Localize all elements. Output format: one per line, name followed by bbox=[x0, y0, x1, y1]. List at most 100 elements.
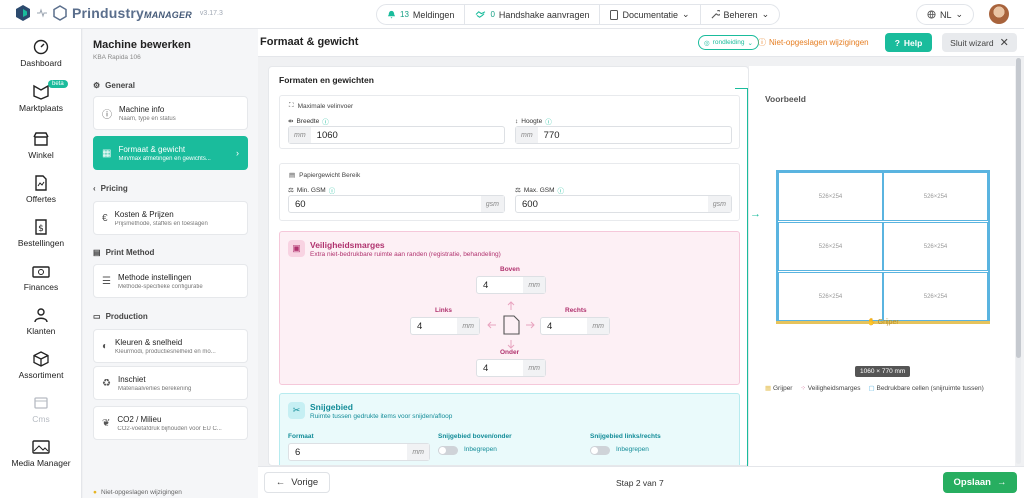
manage-label: Beheren bbox=[723, 9, 758, 20]
width-value: 1060 bbox=[316, 129, 338, 141]
right-margin-input[interactable]: 4 mm bbox=[540, 317, 610, 335]
nav-marketplace[interactable]: beta Marktplaats bbox=[0, 80, 82, 113]
bottom-margin-input[interactable]: 4 mm bbox=[476, 359, 546, 377]
step-format-weight[interactable]: ▦ Formaat & gewicht Min/max afmetingen en… bbox=[93, 136, 248, 170]
preview-title: Voorbeeld bbox=[765, 94, 806, 104]
max-sheet-box: ⛶ Maximale velinvoer ⇹ Breedte ⓘ mm 1060 ↕ Ho… bbox=[279, 95, 740, 149]
cut-lr-toggle[interactable] bbox=[590, 446, 610, 455]
unit-mm: mm bbox=[587, 318, 609, 334]
preview-cell: 526×254 bbox=[778, 272, 883, 321]
cut-title: Snijgebied bbox=[310, 402, 353, 412]
step-desc: Naam, type en status bbox=[119, 115, 176, 122]
height-input[interactable]: mm 770 bbox=[515, 126, 732, 144]
cut-tb-label: Snijgebied boven/onder bbox=[438, 433, 512, 440]
legend-margins: ⁘ Veiligheidsmarges bbox=[800, 385, 861, 392]
globe-icon bbox=[927, 10, 936, 19]
wizard-title: Machine bewerken bbox=[93, 39, 191, 51]
left-margin-label: Links bbox=[435, 307, 452, 314]
nav-customers[interactable]: Klanten bbox=[0, 307, 82, 336]
top-margin-input[interactable]: 4 mm bbox=[476, 276, 546, 294]
max-gsm-input[interactable]: 600 gsm bbox=[515, 195, 732, 213]
palette-icon: ◐ bbox=[102, 340, 109, 352]
save-button[interactable]: Opslaan → bbox=[943, 472, 1017, 493]
nav-media-manager[interactable]: Media Manager bbox=[0, 439, 82, 468]
previous-button[interactable]: ← Vorige bbox=[264, 472, 330, 493]
unit-gsm: gsm bbox=[480, 196, 504, 212]
preview-cell: 526×254 bbox=[778, 172, 883, 221]
format-input[interactable]: 6 mm bbox=[288, 443, 430, 461]
nav-media-label: Media Manager bbox=[11, 458, 71, 468]
language-select[interactable]: NL ⌄ bbox=[916, 4, 974, 25]
sliders-icon: ☰ bbox=[102, 275, 111, 287]
warning-icon: ● bbox=[93, 489, 97, 496]
avatar[interactable] bbox=[989, 4, 1009, 24]
nav-customers-label: Klanten bbox=[26, 326, 56, 336]
step-title: CO2 / Milieu bbox=[117, 414, 162, 424]
min-gsm-input[interactable]: 60 gsm bbox=[288, 195, 505, 213]
cut-area-box: ✂ Snijgebied Ruimte tussen gedrukte item… bbox=[279, 393, 740, 465]
info-icon: ⓘ bbox=[557, 188, 565, 195]
step-co2[interactable]: ❦ CO2 / Milieu CO2-voetafdruk bijhouden v… bbox=[93, 406, 248, 440]
handshake-icon bbox=[476, 11, 486, 18]
wizard-subtitle: KBA Rapida 106 bbox=[93, 54, 141, 61]
info-icon: ⓘ bbox=[322, 119, 329, 126]
nav-shop[interactable]: Winkel bbox=[0, 131, 82, 160]
handshake-button[interactable]: 0 Handshake aanvragen bbox=[465, 5, 601, 24]
left-margin-input[interactable]: 4 mm bbox=[410, 317, 480, 335]
nav-finances[interactable]: Finances bbox=[0, 263, 82, 292]
width-input[interactable]: mm 1060 bbox=[288, 126, 505, 144]
min-gsm-value: 60 bbox=[295, 198, 306, 210]
notifications-button[interactable]: 13 Meldingen bbox=[377, 5, 466, 24]
nav-cms-label: Cms bbox=[32, 414, 50, 424]
max-gsm-label: ⚖ Max. GSM ⓘ bbox=[515, 186, 565, 196]
chevron-down-icon: ⌄ bbox=[682, 9, 690, 19]
nav-quotes-label: Offertes bbox=[25, 194, 57, 204]
step-costs-prices[interactable]: € Kosten & Prijzen Prijsmethode, staffels… bbox=[93, 201, 248, 235]
nav-quotes[interactable]: Offertes bbox=[0, 175, 82, 204]
step-title: Inschiet bbox=[117, 374, 146, 384]
shop-icon bbox=[33, 132, 49, 146]
guided-tour-button[interactable]: ◎ rondleiding ⌄ bbox=[698, 35, 759, 50]
sheet-dimension: 1060 × 770 mm bbox=[855, 366, 911, 377]
info-icon: ⓘ bbox=[545, 119, 552, 126]
manage-menu[interactable]: Beheren ⌄ bbox=[701, 5, 780, 24]
right-margin-label: Rechts bbox=[565, 307, 587, 314]
section-production: ▭ Production bbox=[93, 312, 148, 321]
info-icon: ⓘ bbox=[102, 109, 112, 121]
chevron-left-icon: ‹ bbox=[93, 184, 96, 193]
cut-tb-toggle[interactable] bbox=[438, 446, 458, 455]
step-method-settings[interactable]: ☰ Methode instellingen Methode-specifieke… bbox=[93, 264, 248, 298]
step-desc: Materiaalverlies berekening bbox=[117, 385, 192, 392]
nav-cms[interactable]: Cms bbox=[0, 395, 82, 424]
height-value: 770 bbox=[543, 129, 560, 141]
brand-mark-icon bbox=[53, 5, 67, 21]
step-desc: Methode-specifieke configuratie bbox=[117, 283, 203, 290]
warning-icon: ⓘ bbox=[758, 38, 766, 47]
chevron-down-icon: ⌄ bbox=[761, 9, 770, 19]
nav-dashboard[interactable]: Dashboard bbox=[0, 39, 82, 68]
step-machine-info[interactable]: ⓘ Machine info Naam, type en status bbox=[93, 96, 248, 130]
nav-orders[interactable]: $ Bestellingen bbox=[0, 219, 82, 248]
help-button[interactable]: ? Help bbox=[885, 33, 932, 52]
paper-icon: ▤ bbox=[289, 172, 296, 179]
nav-assortment[interactable]: Assortiment bbox=[0, 351, 82, 380]
cms-icon bbox=[34, 397, 48, 409]
form-title: Formaten en gewichten bbox=[279, 75, 374, 85]
compass-icon: ◎ bbox=[704, 39, 710, 47]
preview-legend: ▦ Grijper ⁘ Veiligheidsmarges ▢ Bedrukba… bbox=[765, 384, 984, 392]
form-card: Formaten en gewichten ⛶ Maximale velinvoe… bbox=[268, 66, 749, 466]
unit-gsm: gsm bbox=[707, 196, 731, 212]
main-nav: Dashboard beta Marktplaats Winkel Offert… bbox=[0, 29, 82, 498]
close-wizard-button[interactable]: Sluit wizard ✕ bbox=[942, 33, 1017, 52]
content-scrollbar[interactable] bbox=[1016, 58, 1021, 464]
image-icon bbox=[32, 440, 50, 454]
step-title: Methode instellingen bbox=[117, 272, 192, 282]
documentation-menu[interactable]: Documentatie ⌄ bbox=[600, 5, 701, 24]
right-margin-value: 4 bbox=[547, 320, 553, 332]
nav-assortment-label: Assortiment bbox=[18, 370, 64, 380]
logo[interactable]: PrindustryMANAGER v3.17.3 bbox=[14, 4, 223, 22]
cut-desc: Ruimte tussen gedrukte items voor snijde… bbox=[310, 413, 453, 420]
step-colors-speed[interactable]: ◐ Kleuren & snelheid Kleurmodi, productie… bbox=[93, 329, 248, 363]
cut-lr-value: Inbegrepen bbox=[616, 446, 649, 453]
step-waste[interactable]: ♻ Inschiet Materiaalverlies berekening bbox=[93, 366, 248, 400]
